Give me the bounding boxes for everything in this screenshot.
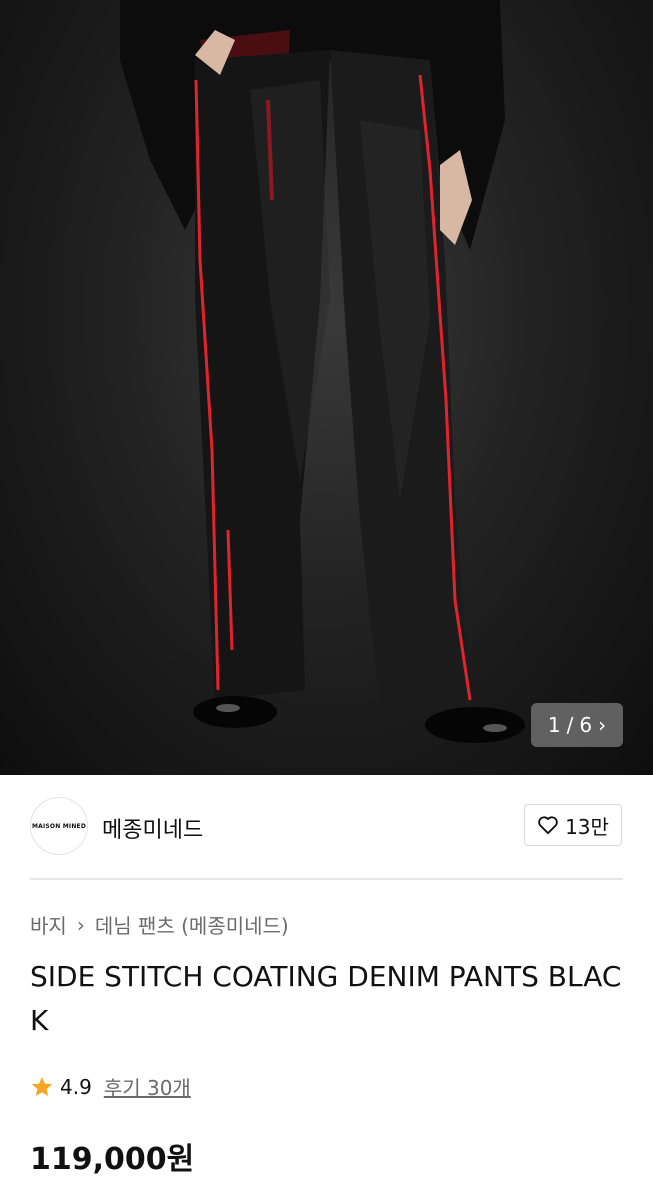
chevron-right-icon[interactable]: › [598,713,606,737]
brand-row: MAISON MINED 메종미네드 13만 [0,775,653,878]
brand-logo[interactable]: MAISON MINED [30,797,88,855]
brand-name[interactable]: 메종미네드 [102,812,203,844]
image-counter[interactable]: 1 / 6 › [531,703,623,747]
breadcrumb-subcategory[interactable]: 데님 팬츠 (메종미네드) [95,910,289,939]
breadcrumb: 바지 › 데님 팬츠 (메종미네드) [30,910,289,939]
heart-outline-icon [538,816,558,835]
counter-total: 6 [579,713,593,737]
reviews-link[interactable]: 후기 30개 [104,1072,191,1101]
counter-separator: / [566,713,574,737]
product-title: SIDE STITCH COATING DENIM PANTS BLACK [30,960,622,1037]
rating-value: 4.9 [60,1074,92,1099]
rating-row: 4.9 후기 30개 [30,1072,191,1101]
like-count: 13만 [565,814,609,839]
chevron-right-icon: › [76,912,85,937]
divider [30,878,623,880]
like-button[interactable]: 13만 [524,804,622,846]
breadcrumb-category[interactable]: 바지 [30,910,67,939]
product-photo [120,0,525,743]
counter-current: 1 [547,713,561,737]
star-icon [32,1076,52,1096]
brand-logo-text: MAISON MINED [31,822,87,830]
product-image-gallery[interactable]: 1 / 6 › [0,0,653,775]
product-price: 119,000원 [30,1142,195,1177]
